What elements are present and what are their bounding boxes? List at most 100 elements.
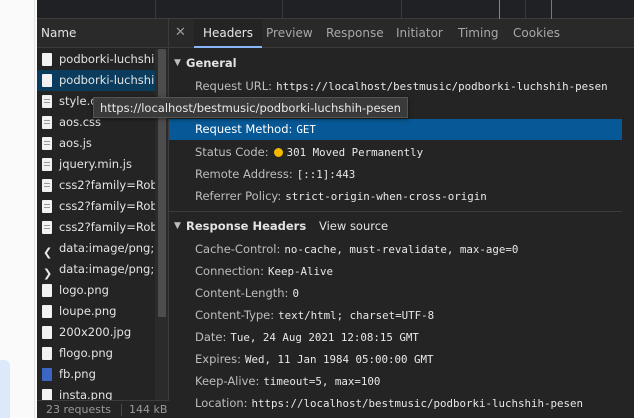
triangle-down-icon: ▼: [174, 221, 181, 231]
request-name: css2?family=Robo: [59, 220, 155, 234]
request-row[interactable]: logo.png: [37, 280, 155, 301]
name-column-header[interactable]: Name: [37, 19, 168, 48]
header-key: Referrer Policy:: [195, 189, 282, 203]
response-header-row[interactable]: Date: Tue, 24 Aug 2021 12:08:15 GMT: [169, 327, 622, 348]
request-row[interactable]: podborki-luchshi…: [37, 49, 155, 70]
header-key: Expires:: [195, 352, 241, 366]
request-url-row[interactable]: Request URL: https://localhost/bestmusic/…: [169, 76, 622, 97]
header-value: https://localhost/bestmusic/podborki-luc…: [276, 80, 608, 93]
image-icon: [42, 389, 52, 400]
chevron-left-icon: ❮: [43, 246, 53, 259]
page-scroll-edge: [34, 0, 35, 418]
header-value: 301 Moved Permanently: [286, 146, 424, 159]
section-divider: [169, 211, 622, 212]
document-icon: [42, 179, 52, 192]
request-row[interactable]: loupe.png: [37, 301, 155, 322]
request-name: css2?family=Robo: [59, 178, 155, 192]
header-key: Remote Address:: [195, 167, 293, 181]
header-key: Connection:: [195, 264, 264, 278]
request-row-selected[interactable]: podborki-luchshi…: [37, 70, 155, 91]
header-value: no-cache, must-revalidate, max-age=0: [284, 243, 519, 256]
scrollbar-thumb[interactable]: [158, 49, 166, 317]
section-title: General: [186, 56, 237, 70]
response-header-row[interactable]: Cache-Control: no-cache, must-revalidate,…: [169, 239, 622, 260]
request-row[interactable]: ❯ data:image/png;ba: [37, 259, 155, 280]
header-value: https://localhost/bestmusic/podborki-luc…: [251, 397, 584, 410]
image-icon: [42, 347, 52, 360]
tab-timing[interactable]: Timing: [449, 19, 508, 47]
response-header-row[interactable]: Content-Length: 0: [169, 283, 622, 304]
document-icon: [42, 95, 52, 108]
document-icon: [42, 137, 52, 150]
load-event-marker: [551, 0, 552, 19]
document-icon: [42, 158, 52, 171]
tab-cookies[interactable]: Cookies: [504, 19, 569, 47]
header-value: Wed, 11 Jan 1984 05:00:00 GMT: [244, 353, 434, 366]
header-key: Content-Type:: [195, 308, 275, 322]
request-name: 200x200.jpg: [59, 325, 132, 339]
header-value: 0: [292, 287, 299, 300]
request-method-row[interactable]: Request Method: GET: [169, 119, 622, 140]
tab-preview[interactable]: Preview: [257, 19, 322, 47]
header-value: GET: [296, 123, 316, 136]
response-headers-section-header[interactable]: ▼ Response Headers View source: [169, 215, 388, 237]
header-value: text/html; charset=UTF-8: [278, 309, 435, 322]
response-header-row[interactable]: Connection: Keep-Alive: [169, 261, 622, 282]
document-icon: [42, 221, 52, 234]
response-header-row[interactable]: Keep-Alive: timeout=5, max=100: [169, 371, 622, 392]
request-row[interactable]: ❮ data:image/png;ba: [37, 238, 155, 259]
view-source-link[interactable]: View source: [319, 215, 388, 237]
request-name: css2?family=Robo: [59, 199, 155, 213]
request-row[interactable]: css2?family=Robo: [37, 217, 155, 238]
request-details-panel: ✕ Headers Preview Response Initiator Tim…: [169, 19, 634, 418]
request-row[interactable]: css2?family=Robo: [37, 196, 155, 217]
request-row[interactable]: css2?family=Robo: [37, 175, 155, 196]
header-value: strict-origin-when-cross-origin: [285, 190, 487, 203]
header-key: Request Method:: [195, 122, 293, 136]
request-row[interactable]: insta.png: [37, 385, 155, 400]
request-row[interactable]: aos.js: [37, 133, 155, 154]
response-header-row[interactable]: Expires: Wed, 11 Jan 1984 05:00:00 GMT: [169, 349, 622, 370]
request-name: data:image/png;ba: [59, 241, 155, 255]
details-tabbar: ✕ Headers Preview Response Initiator Tim…: [169, 19, 634, 48]
request-name: flogo.png: [59, 346, 113, 360]
document-icon: [42, 116, 52, 129]
transferred-size: 144 kB: [129, 403, 168, 416]
tab-initiator[interactable]: Initiator: [387, 19, 452, 47]
general-section-header[interactable]: ▼ General: [169, 52, 237, 74]
document-icon: [42, 74, 52, 87]
request-name: loupe.png: [59, 304, 117, 318]
request-row[interactable]: flogo.png: [37, 343, 155, 364]
response-header-row[interactable]: Location: https://localhost/bestmusic/pod…: [169, 393, 622, 414]
request-row[interactable]: fb.png: [37, 364, 155, 385]
response-header-row[interactable]: Content-Type: text/html; charset=UTF-8: [169, 305, 622, 326]
request-row[interactable]: 200x200.jpg: [37, 322, 155, 343]
close-icon[interactable]: ✕: [175, 19, 186, 47]
header-key: Status Code:: [195, 145, 269, 159]
tab-response[interactable]: Response: [317, 19, 393, 47]
remote-address-row[interactable]: Remote Address: [::1]:443: [169, 164, 622, 185]
request-list: Name podborki-luchshi… podborki-luchshi……: [37, 19, 169, 400]
referrer-policy-row[interactable]: Referrer Policy: strict-origin-when-cross…: [169, 186, 622, 207]
tab-headers[interactable]: Headers: [194, 19, 262, 48]
document-icon: [42, 200, 52, 213]
section-title: Response Headers: [186, 219, 307, 233]
request-name: insta.png: [59, 388, 113, 400]
status-code-row[interactable]: Status Code: 301 Moved Permanently: [169, 142, 622, 163]
request-name: data:image/png;ba: [59, 262, 155, 276]
network-timeline-overview[interactable]: [37, 0, 634, 19]
header-key: Request URL:: [195, 79, 273, 93]
header-key: Date:: [195, 330, 227, 344]
request-count: 23 requests: [46, 403, 112, 416]
request-row[interactable]: jquery.min.js: [37, 154, 155, 175]
header-value: timeout=5, max=100: [263, 375, 381, 388]
details-scrollbar[interactable]: [622, 48, 634, 418]
inspected-page-edge: [0, 0, 37, 418]
request-name: style.c: [59, 94, 97, 108]
image-icon: [42, 326, 52, 339]
page-element-sliver: [0, 360, 10, 418]
request-name: podborki-luchshi…: [59, 73, 155, 87]
image-icon: [42, 284, 52, 297]
domcontentloaded-marker: [499, 0, 500, 19]
url-tooltip: https://localhost/bestmusic/podborki-luc…: [93, 97, 408, 118]
